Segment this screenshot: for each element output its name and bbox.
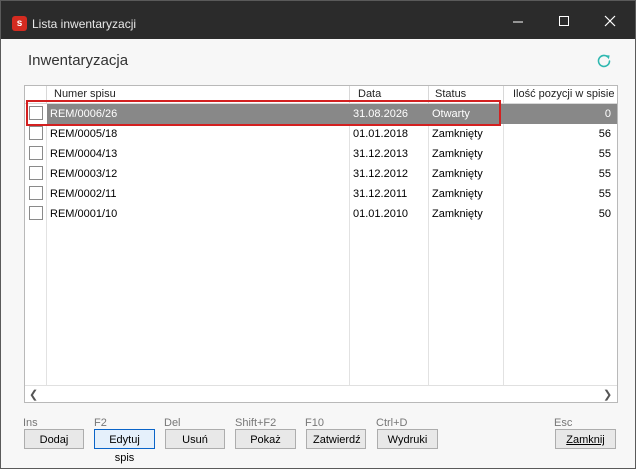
maximize-button[interactable]	[541, 1, 587, 39]
shortcut-hint-edytuj: F2	[94, 417, 107, 429]
cell-numer: REM/0002/11	[50, 188, 117, 200]
cell-status: Zamknięty	[432, 188, 483, 200]
window-title: Lista inwentaryzacji	[32, 17, 137, 31]
cell-data: 01.01.2018	[353, 128, 409, 140]
horizontal-scrollbar[interactable]: ❮ ❯	[25, 385, 617, 402]
maximize-icon	[559, 16, 569, 26]
cell-ilosc: 0	[504, 104, 617, 124]
inventory-table[interactable]: Numer spisu Data Status Ilość pozycji w …	[24, 85, 618, 403]
row-checkbox[interactable]	[29, 206, 43, 220]
shortcut-hint-wydruki: Ctrl+D	[376, 417, 408, 429]
delete-button[interactable]: Usuń	[165, 429, 225, 449]
edit-button[interactable]: Edytuj spis	[94, 429, 155, 464]
row-check-cell	[25, 164, 47, 184]
cell-status: Zamknięty	[432, 128, 483, 140]
shortcut-hint-zamknij: Esc	[554, 417, 573, 429]
refresh-icon[interactable]	[595, 52, 613, 70]
cell-ilosc: 55	[598, 148, 611, 160]
main-window: s Lista inwentaryzacji Inwentaryzacja Nu…	[0, 0, 636, 469]
cell-status: Otwarty	[429, 104, 504, 124]
cell-data: 31.08.2026	[350, 104, 429, 124]
close-button[interactable]	[587, 1, 633, 39]
cell-status: Zamknięty	[432, 168, 483, 180]
row-check-cell	[25, 124, 47, 144]
cell-data: 31.12.2011	[353, 188, 408, 200]
cell-status: Zamknięty	[432, 208, 483, 220]
cell-numer: REM/0004/13	[50, 148, 118, 160]
cell-ilosc: 56	[598, 128, 611, 140]
chevron-right-icon[interactable]: ❯	[603, 388, 612, 401]
cell-status: Zamknięty	[432, 148, 483, 160]
cell-numer: REM/0003/12	[50, 168, 118, 180]
table-row[interactable]: REM/0004/13 31.12.2013 Zamknięty 55	[25, 144, 617, 164]
table-row[interactable]: REM/0005/18 01.01.2018 Zamknięty 56	[25, 124, 617, 144]
header-check-column	[25, 86, 47, 103]
row-check-cell	[25, 184, 47, 204]
header-numer-spisu[interactable]: Numer spisu	[47, 86, 350, 103]
shortcut-hint-usun: Del	[164, 417, 181, 429]
row-checkbox[interactable]	[29, 186, 43, 200]
shortcut-hint-pokaz: Shift+F2	[235, 417, 277, 429]
row-check-cell	[25, 204, 47, 224]
header-data[interactable]: Data	[350, 86, 429, 103]
row-checkbox[interactable]	[29, 146, 43, 160]
shortcut-hint-zatwierdz: F10	[305, 417, 324, 429]
row-checkbox[interactable]	[29, 106, 43, 120]
cell-ilosc: 55	[598, 168, 611, 180]
cell-numer: REM/0001/10	[50, 208, 118, 220]
table-row[interactable]: REM/0002/11 31.12.2011 Zamknięty 55	[25, 184, 617, 204]
close-window-button[interactable]: Zamknij	[555, 429, 616, 449]
cell-data: 01.01.2010	[353, 208, 409, 220]
add-button[interactable]: Dodaj	[24, 429, 84, 449]
title-bar[interactable]: s Lista inwentaryzacji	[1, 1, 635, 39]
shortcut-hint-dodaj: Ins	[23, 417, 38, 429]
table-row[interactable]: REM/0001/10 01.01.2010 Zamknięty 50	[25, 204, 617, 224]
cell-data: 31.12.2013	[353, 148, 409, 160]
row-check-cell	[25, 104, 47, 124]
page-title: Inwentaryzacja	[28, 52, 129, 69]
app-logo-icon: s	[12, 16, 27, 31]
chevron-left-icon[interactable]: ❮	[29, 388, 38, 401]
cell-ilosc: 50	[598, 208, 611, 220]
minimize-button[interactable]	[495, 1, 541, 39]
cell-ilosc: 55	[598, 188, 611, 200]
header-status[interactable]: Status	[429, 86, 504, 103]
minimize-icon	[513, 21, 523, 23]
table-row[interactable]: REM/0003/12 31.12.2012 Zamknięty 55	[25, 164, 617, 184]
row-check-cell	[25, 144, 47, 164]
row-checkbox[interactable]	[29, 126, 43, 140]
table-header: Numer spisu Data Status Ilość pozycji w …	[25, 86, 617, 104]
close-icon	[604, 15, 616, 27]
cell-data: 31.12.2012	[353, 168, 409, 180]
cell-numer: REM/0005/18	[50, 128, 118, 140]
header-ilosc-pozycji[interactable]: Ilość pozycji w spisie	[504, 86, 617, 103]
row-checkbox[interactable]	[29, 166, 43, 180]
show-button[interactable]: Pokaż	[235, 429, 296, 449]
table-row[interactable]: REM/0006/26 31.08.2026 Otwarty 0	[25, 104, 617, 124]
cell-numer: REM/0006/26	[47, 104, 350, 124]
prints-button[interactable]: Wydruki	[377, 429, 438, 449]
approve-button[interactable]: Zatwierdź	[306, 429, 366, 449]
